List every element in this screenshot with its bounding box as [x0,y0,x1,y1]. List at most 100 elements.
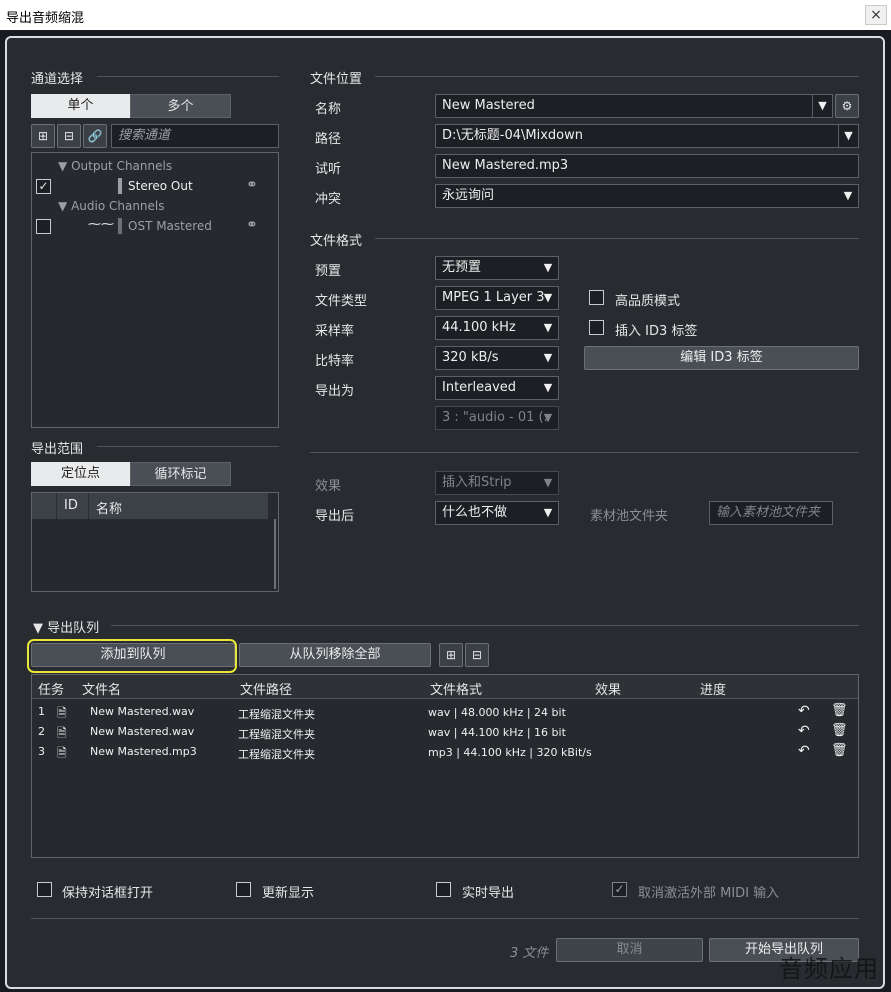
channel-color-strip [118,178,122,194]
conflict-value: 永远询问 [442,188,495,203]
preset-select[interactable]: 无预置 ▼ [435,256,559,280]
queue-section-title[interactable]: ▼ 导出队列 [33,617,99,636]
expand-all-icon[interactable]: ⊞ [439,643,463,667]
channel-color-strip [118,218,122,234]
audio-file-icon: 🗎 [57,706,67,720]
chevron-down-icon: ▼ [543,291,553,304]
collapse-all-icon[interactable]: ⊟ [57,124,81,148]
conflict-select[interactable]: 永远询问 ▼ [435,184,859,208]
column-effects[interactable]: 效果 [595,679,621,698]
divider [88,493,89,519]
effects-select[interactable]: 插入和Strip ▼ [435,471,559,495]
column-file-name[interactable]: 文件名 [82,679,121,698]
dialog-body: 通道选择 单个 多个 ⊞ ⊟ 🔗 搜索通道 ▼ Output Channels … [5,36,885,989]
undo-icon[interactable]: ↶ [798,703,810,719]
queue-title-text: 导出队列 [47,621,100,636]
channel-search-input[interactable]: 搜索通道 [111,124,279,148]
queue-row-file[interactable]: New Mastered.mp3 [90,745,197,758]
tree-item-stereo-out[interactable]: Stereo Out [128,179,193,193]
insert-id3-checkbox[interactable] [589,320,604,335]
queue-row-format: mp3 | 44.100 kHz | 320 kBit/s [428,746,592,759]
column-file-format[interactable]: 文件格式 [430,679,482,698]
hq-mode-label: 高品质模式 [615,294,681,309]
column-progress[interactable]: 进度 [700,679,726,698]
expand-all-icon[interactable]: ⊞ [31,124,55,148]
queue-row-path: 工程缩混文件夹 [238,748,315,761]
conflict-label: 冲突 [315,192,342,207]
pool-folder-label: 素材池文件夹 [590,509,669,524]
audio-file-icon: 🗎 [57,746,67,760]
channel-section-title: 通道选择 [31,72,84,87]
keep-open-checkbox[interactable] [37,882,52,897]
collapse-all-icon[interactable]: ⊟ [465,643,489,667]
divider [310,452,859,453]
tab-single[interactable]: 单个 [31,94,130,118]
group-label: Output Channels [71,159,173,173]
window-title: 导出音频缩混 [6,11,85,26]
export-as-select[interactable]: Interleaved ▼ [435,376,559,400]
chevron-down-icon: ▼ [543,261,553,274]
column-file-path[interactable]: 文件路径 [240,679,292,698]
column-name[interactable]: 名称 [96,498,122,517]
location-section-title: 文件位置 [310,72,363,87]
divider [375,238,859,239]
divider [375,76,859,77]
update-display-checkbox[interactable] [236,882,251,897]
divider [56,493,57,519]
cancel-button[interactable]: 取消 [556,938,703,962]
ost-mastered-checkbox[interactable] [36,219,51,234]
export-as-label: 导出为 [315,384,355,399]
link-icon[interactable]: 🔗 [83,124,107,148]
scrollbar[interactable] [274,519,276,589]
tab-multi[interactable]: 多个 [130,94,231,118]
pool-folder-input[interactable]: 输入素材池文件夹 [709,501,833,525]
export-as-value: Interleaved [442,380,517,395]
tab-locator[interactable]: 定位点 [31,462,130,486]
chevron-down-icon: ▼ [843,189,853,202]
undo-icon[interactable]: ↶ [798,723,810,739]
hq-mode-checkbox[interactable] [589,290,604,305]
file-type-select[interactable]: MPEG 1 Layer 3 ▼ [435,286,559,310]
range-mode-tabs: 定位点 循环标记 [31,462,231,486]
file-type-label: 文件类型 [315,294,368,309]
file-count: 3 文件 [510,946,549,961]
remove-all-button[interactable]: 从队列移除全部 [239,643,431,667]
queue-row-format: wav | 44.100 kHz | 16 bit [428,726,566,739]
path-input[interactable]: D:\无标题-04\Mixdown ▼ [435,124,859,148]
tree-group-output[interactable]: ▼ Output Channels [58,159,172,173]
trash-icon[interactable]: 🗑 [831,743,848,758]
sample-rate-select[interactable]: 44.100 kHz ▼ [435,316,559,340]
tree-group-audio[interactable]: ▼ Audio Channels [58,199,165,213]
deactivate-midi-checkbox[interactable]: ✓ [612,882,627,897]
preset-label: 预置 [315,264,342,279]
queue-row-path: 工程缩混文件夹 [238,708,315,721]
triangle-down-icon: ▼ [58,199,68,213]
queue-row-file[interactable]: New Mastered.wav [90,725,194,738]
stereo-out-checkbox[interactable]: ✓ [36,179,51,194]
realtime-export-checkbox[interactable] [436,882,451,897]
column-task[interactable]: 任务 [38,679,64,698]
channel-split-select[interactable]: 3 : "audio - 01 (. ▼ [435,406,559,430]
trash-icon[interactable]: 🗑 [831,703,848,718]
undo-icon[interactable]: ↶ [798,743,810,759]
bitrate-select[interactable]: 320 kB/s ▼ [435,346,559,370]
queue-row-number: 3 [38,745,45,758]
chevron-down-icon: ▼ [543,351,553,364]
queue-row-file[interactable]: New Mastered.wav [90,705,194,718]
name-input[interactable]: New Mastered ▼ [435,94,833,118]
column-id[interactable]: ID [64,498,78,513]
edit-id3-button[interactable]: 编辑 ID3 标签 [584,346,859,370]
gear-icon[interactable]: ⚙ [835,94,859,118]
path-value: D:\无标题-04\Mixdown [442,128,583,143]
range-list: ID 名称 [31,492,279,592]
chevron-down-icon[interactable]: ▼ [838,125,858,147]
tab-cycle-markers[interactable]: 循环标记 [130,462,231,486]
chevron-down-icon: ▼ [543,506,553,519]
close-icon[interactable]: × [865,5,887,25]
trash-icon[interactable]: 🗑 [831,723,848,738]
after-export-select[interactable]: 什么也不做 ▼ [435,501,559,525]
chevron-down-icon[interactable]: ▼ [812,95,832,117]
tree-item-ost-mastered[interactable]: OST Mastered [128,219,212,233]
path-label: 路径 [315,132,342,147]
divider [111,625,859,626]
